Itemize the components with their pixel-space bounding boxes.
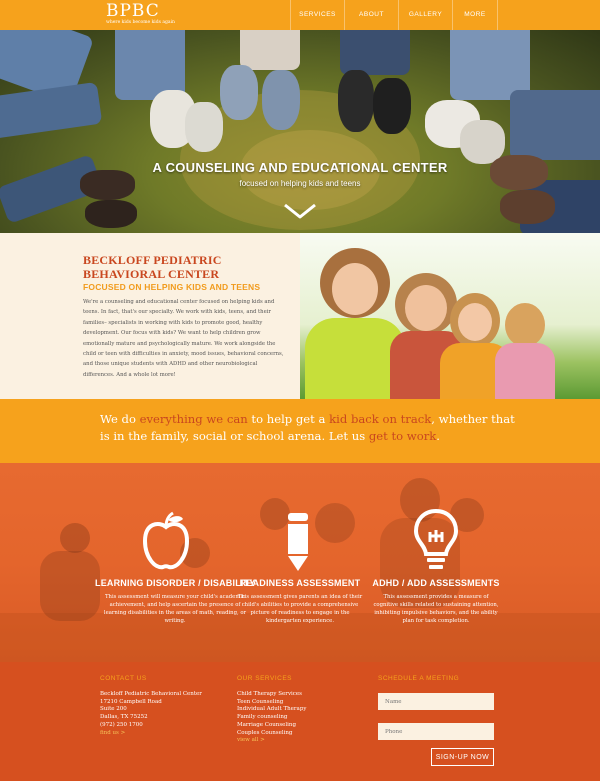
contact-line: Dallas, TX 75252 [100, 714, 148, 721]
menu-item-gallery[interactable]: GALLERY [398, 0, 452, 30]
mission-highlight-2: kid back on track [329, 412, 432, 426]
logo-tagline: where kids become kids again [106, 20, 175, 25]
mission-text-1: We do [100, 412, 140, 426]
apple-icon [142, 511, 190, 570]
menu-item-more[interactable]: MORE [452, 0, 498, 30]
about-text: BECKLOFF PEDIATRIC BEHAVIORAL CENTER FOC… [83, 253, 288, 380]
footer-heading-contact: CONTACT US [100, 675, 147, 682]
menu-item-about[interactable]: ABOUT [344, 0, 398, 30]
mission-text-2: to help get a [247, 412, 330, 426]
footer-heading-services: OUR SERVICES [237, 675, 293, 682]
kids-photo [300, 233, 600, 399]
footer-heading-schedule: SCHEDULE A MEETING [378, 675, 460, 682]
service-link[interactable]: Couples Counseling [237, 730, 306, 738]
service-body-learning: This assessment will measure your child'… [103, 594, 247, 625]
services-section: LEARNING DISORDER / DISABILITY This asse… [0, 463, 600, 662]
service-title-readiness: READINESS ASSESSMENT [239, 578, 361, 588]
service-link[interactable]: Family counseling [237, 714, 306, 722]
view-all-link[interactable]: view all > [237, 737, 306, 745]
about-title: BECKLOFF PEDIATRIC BEHAVIORAL CENTER [83, 253, 222, 281]
service-body-adhd: This assessment provides a measure of co… [373, 594, 499, 625]
about-body: We're a counseling and educational cente… [83, 299, 284, 378]
contact-line: Beckloff Pediatric Behavioral Center [100, 691, 202, 697]
about-subtitle: FOCUSED ON HELPING KIDS AND TEENS [83, 282, 261, 292]
hero-title: A COUNSELING AND EDUCATIONAL CENTER [152, 160, 448, 175]
sign-up-button[interactable]: SIGN-UP NOW [431, 748, 494, 766]
mission-band: We do everything we can to help get a ki… [0, 399, 600, 463]
lightbulb-icon [413, 508, 459, 569]
contact-details: Beckloff Pediatric Behavioral Center 172… [100, 691, 202, 737]
hero-banner: A COUNSELING AND EDUCATIONAL CENTER focu… [0, 30, 600, 233]
service-link[interactable]: Teen Counseling [237, 699, 306, 707]
service-title-adhd: ADHD / ADD ASSESSMENTS [372, 578, 500, 588]
phone-field[interactable] [378, 723, 494, 740]
mission-text-4: . [436, 429, 440, 443]
service-link[interactable]: Child Therapy Services [237, 691, 306, 699]
pencil-icon [288, 513, 308, 571]
mission-statement: We do everything we can to help get a ki… [100, 411, 520, 445]
mission-highlight-1: everything we can [139, 412, 248, 426]
find-us-link[interactable]: find us > [100, 730, 202, 738]
about-section: BECKLOFF PEDIATRIC BEHAVIORAL CENTER FOC… [0, 233, 600, 399]
logo[interactable]: BPBC where kids become kids again [106, 2, 175, 25]
service-link[interactable]: Individual Adult Therapy [237, 706, 306, 714]
menu-item-services[interactable]: SERVICES [290, 0, 344, 30]
main-menu: SERVICES ABOUT GALLERY MORE [290, 0, 498, 30]
mission-highlight-3: get to work [368, 429, 437, 443]
service-link[interactable]: Marriage Counseling [237, 722, 306, 730]
contact-line: 17210 Campbell Road [100, 698, 162, 705]
service-body-readiness: This assessment gives parents an idea of… [237, 594, 363, 625]
top-nav: BPBC where kids become kids again SERVIC… [0, 0, 600, 30]
chevron-down-icon[interactable] [283, 202, 317, 220]
logo-text: BPBC [106, 1, 160, 21]
footer: CONTACT US Beckloff Pediatric Behavioral… [0, 662, 600, 781]
contact-line: Suite 200 [100, 706, 127, 713]
services-list: Child Therapy Services Teen Counseling I… [237, 691, 306, 745]
hero-subtitle: focused on helping kids and teens [239, 179, 361, 188]
name-field[interactable] [378, 693, 494, 710]
contact-line: (972) 250 1700 [100, 721, 143, 728]
